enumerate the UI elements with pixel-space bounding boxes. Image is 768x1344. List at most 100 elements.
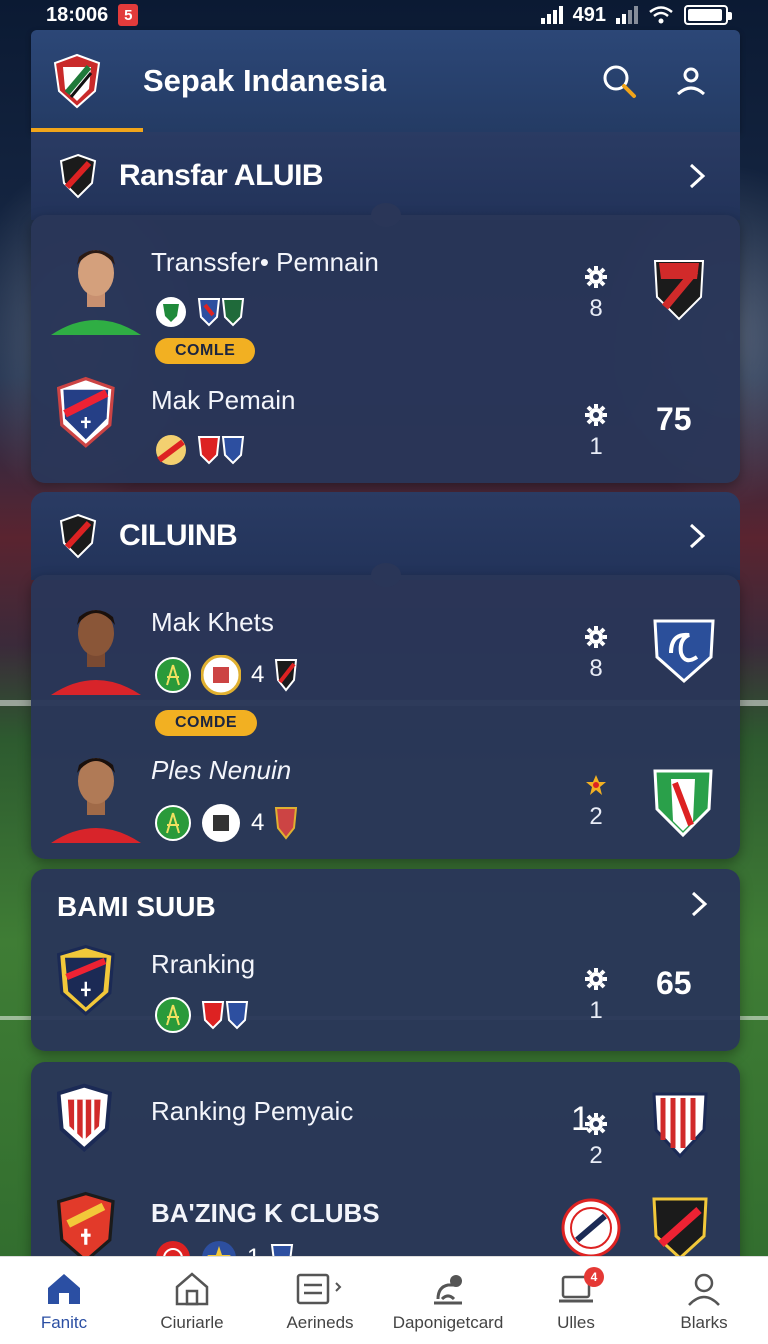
gear-icon (585, 1113, 607, 1135)
team-crest-icon (275, 659, 298, 692)
nav-label: Daponigetcard (392, 1313, 504, 1332)
nav-label: Ulles (557, 1313, 595, 1332)
stat-value: 1 (589, 997, 603, 1024)
club-crest-icon (57, 376, 115, 448)
row-name: Transsfer• Pemnain (151, 247, 379, 277)
team-crest-icon (156, 297, 186, 327)
chevron-right-icon[interactable] (682, 161, 712, 191)
player-avatar (51, 758, 141, 843)
crest-list: 4 (155, 803, 298, 843)
nav-item-transfers[interactable]: Daponigetcard (388, 1271, 508, 1333)
nav-item-updates[interactable]: 4 Ulles (516, 1267, 636, 1333)
nav-label: Ciuriarle (160, 1313, 224, 1332)
stat: 2 (583, 1112, 609, 1170)
club-crest-icon (57, 1083, 112, 1153)
status-bar: 18:006 5 491 (0, 0, 768, 30)
section-title: BAMI SUUB (57, 891, 216, 922)
app-logo-icon (53, 53, 101, 109)
list-item[interactable]: Mak Khets 4 8 (31, 587, 740, 707)
list-item[interactable]: Rranking 1 65 (31, 929, 740, 1049)
stat: 2 (583, 773, 609, 831)
nav-label: Blarks (680, 1313, 728, 1332)
team-crest-icon (201, 1001, 249, 1030)
row-name: BA'ZING K CLUBS (151, 1198, 380, 1228)
crest-list (155, 997, 251, 1033)
nav-item-profile[interactable]: Blarks (644, 1271, 764, 1333)
list-item[interactable]: Ples Nenuin 4 2 (31, 735, 740, 855)
score: 75 (656, 401, 692, 437)
list-item[interactable]: Mak Pemain 1 75 (31, 365, 740, 485)
score: 65 (656, 965, 692, 1001)
nav-item-clubs[interactable]: Ciuriarle (132, 1271, 252, 1333)
user-icon (676, 67, 706, 96)
card-transfers: Transsfer• Pemnain 8 COMLE Mak Pemain 1 … (31, 203, 740, 485)
row-name: Mak Pemain (151, 385, 296, 415)
crest-count: 4 (251, 809, 265, 836)
player-avatar (51, 250, 141, 335)
section-title: CILUINB (119, 519, 238, 552)
signal-icon-2 (616, 6, 638, 24)
chevron-right-icon[interactable] (682, 521, 712, 551)
stat: 1 (583, 403, 609, 461)
team-crest-icon (155, 805, 191, 841)
club-crest-icon (652, 1092, 708, 1159)
star-icon (586, 775, 606, 795)
status-badge: COMLE (155, 338, 256, 364)
stat: 8 (583, 625, 609, 683)
wifi-icon (649, 6, 673, 24)
search-button[interactable] (592, 54, 646, 108)
signal-text: 491 (572, 3, 606, 26)
team-crest-icon (202, 804, 240, 842)
crest-count: 4 (251, 661, 265, 688)
nav-label: Aerineds (286, 1313, 354, 1332)
team-crest-icon (155, 657, 191, 693)
list-icon (296, 1273, 342, 1305)
nav-item-list[interactable]: Aerineds (260, 1271, 380, 1333)
app-title: Sepak Indanesia (143, 63, 386, 98)
stat-value: 2 (589, 803, 603, 830)
club-crest-icon (653, 260, 705, 321)
team-crest-icon (197, 436, 245, 465)
app-header: Sepak Indanesia (31, 30, 740, 132)
gear-icon (585, 626, 607, 648)
team-crest-icon (197, 298, 245, 327)
gear-icon (585, 968, 607, 990)
bottom-navigation: Fanitc Ciuriarle Aerineds Daponigetcard … (0, 1256, 768, 1344)
crest-list (155, 295, 247, 329)
crest-list: 4 (155, 655, 298, 695)
row-name: Rranking (151, 949, 256, 979)
club-crest-icon (652, 1197, 708, 1261)
list-item[interactable]: Transsfer• Pemnain 8 (31, 227, 740, 347)
stat-value: 8 (589, 295, 603, 322)
chevron-right-icon[interactable] (684, 889, 714, 919)
profile-button[interactable] (664, 54, 718, 108)
signal-icon (540, 6, 563, 24)
stat-value: 8 (589, 655, 603, 682)
team-crest-icon (275, 807, 298, 840)
club-crest-icon (57, 944, 115, 1016)
battery-icon (684, 5, 732, 25)
scale-icon (434, 1275, 462, 1305)
team-crest-icon (201, 655, 241, 695)
club-crest-icon (59, 513, 97, 559)
stat: 1 (583, 967, 609, 1025)
user-icon (688, 1273, 720, 1306)
team-crest-icon (155, 997, 191, 1033)
nav-item-home[interactable]: Fanitc (4, 1271, 124, 1333)
card-ranking-clubs: Ranking Pemyaic 1 2 BA'ZING K CLUBS 1 (31, 1062, 740, 1275)
stat-value: 1 (589, 433, 603, 460)
notification-icon: 5 (118, 4, 139, 26)
section-title: Ransfar ALUIB (119, 159, 324, 192)
player-avatar (51, 610, 141, 695)
row-name: Ples Nenuin (151, 755, 292, 785)
stat-value: 2 (589, 1142, 603, 1169)
status-badge: COMDE (155, 710, 258, 736)
card-ranking: BAMI SUUB Rranking 1 65 (31, 869, 740, 1051)
notification-badge: 4 (584, 1267, 604, 1287)
card-clubs: Mak Khets 4 8 COMDE Ples Nenuin 4 2 (31, 563, 740, 859)
nav-label: Fanitc (40, 1313, 88, 1332)
status-time: 18:006 (46, 3, 109, 26)
row-name: Ranking Pemyaic (151, 1096, 354, 1126)
club-crest-icon (59, 153, 97, 199)
gear-icon (585, 266, 607, 288)
